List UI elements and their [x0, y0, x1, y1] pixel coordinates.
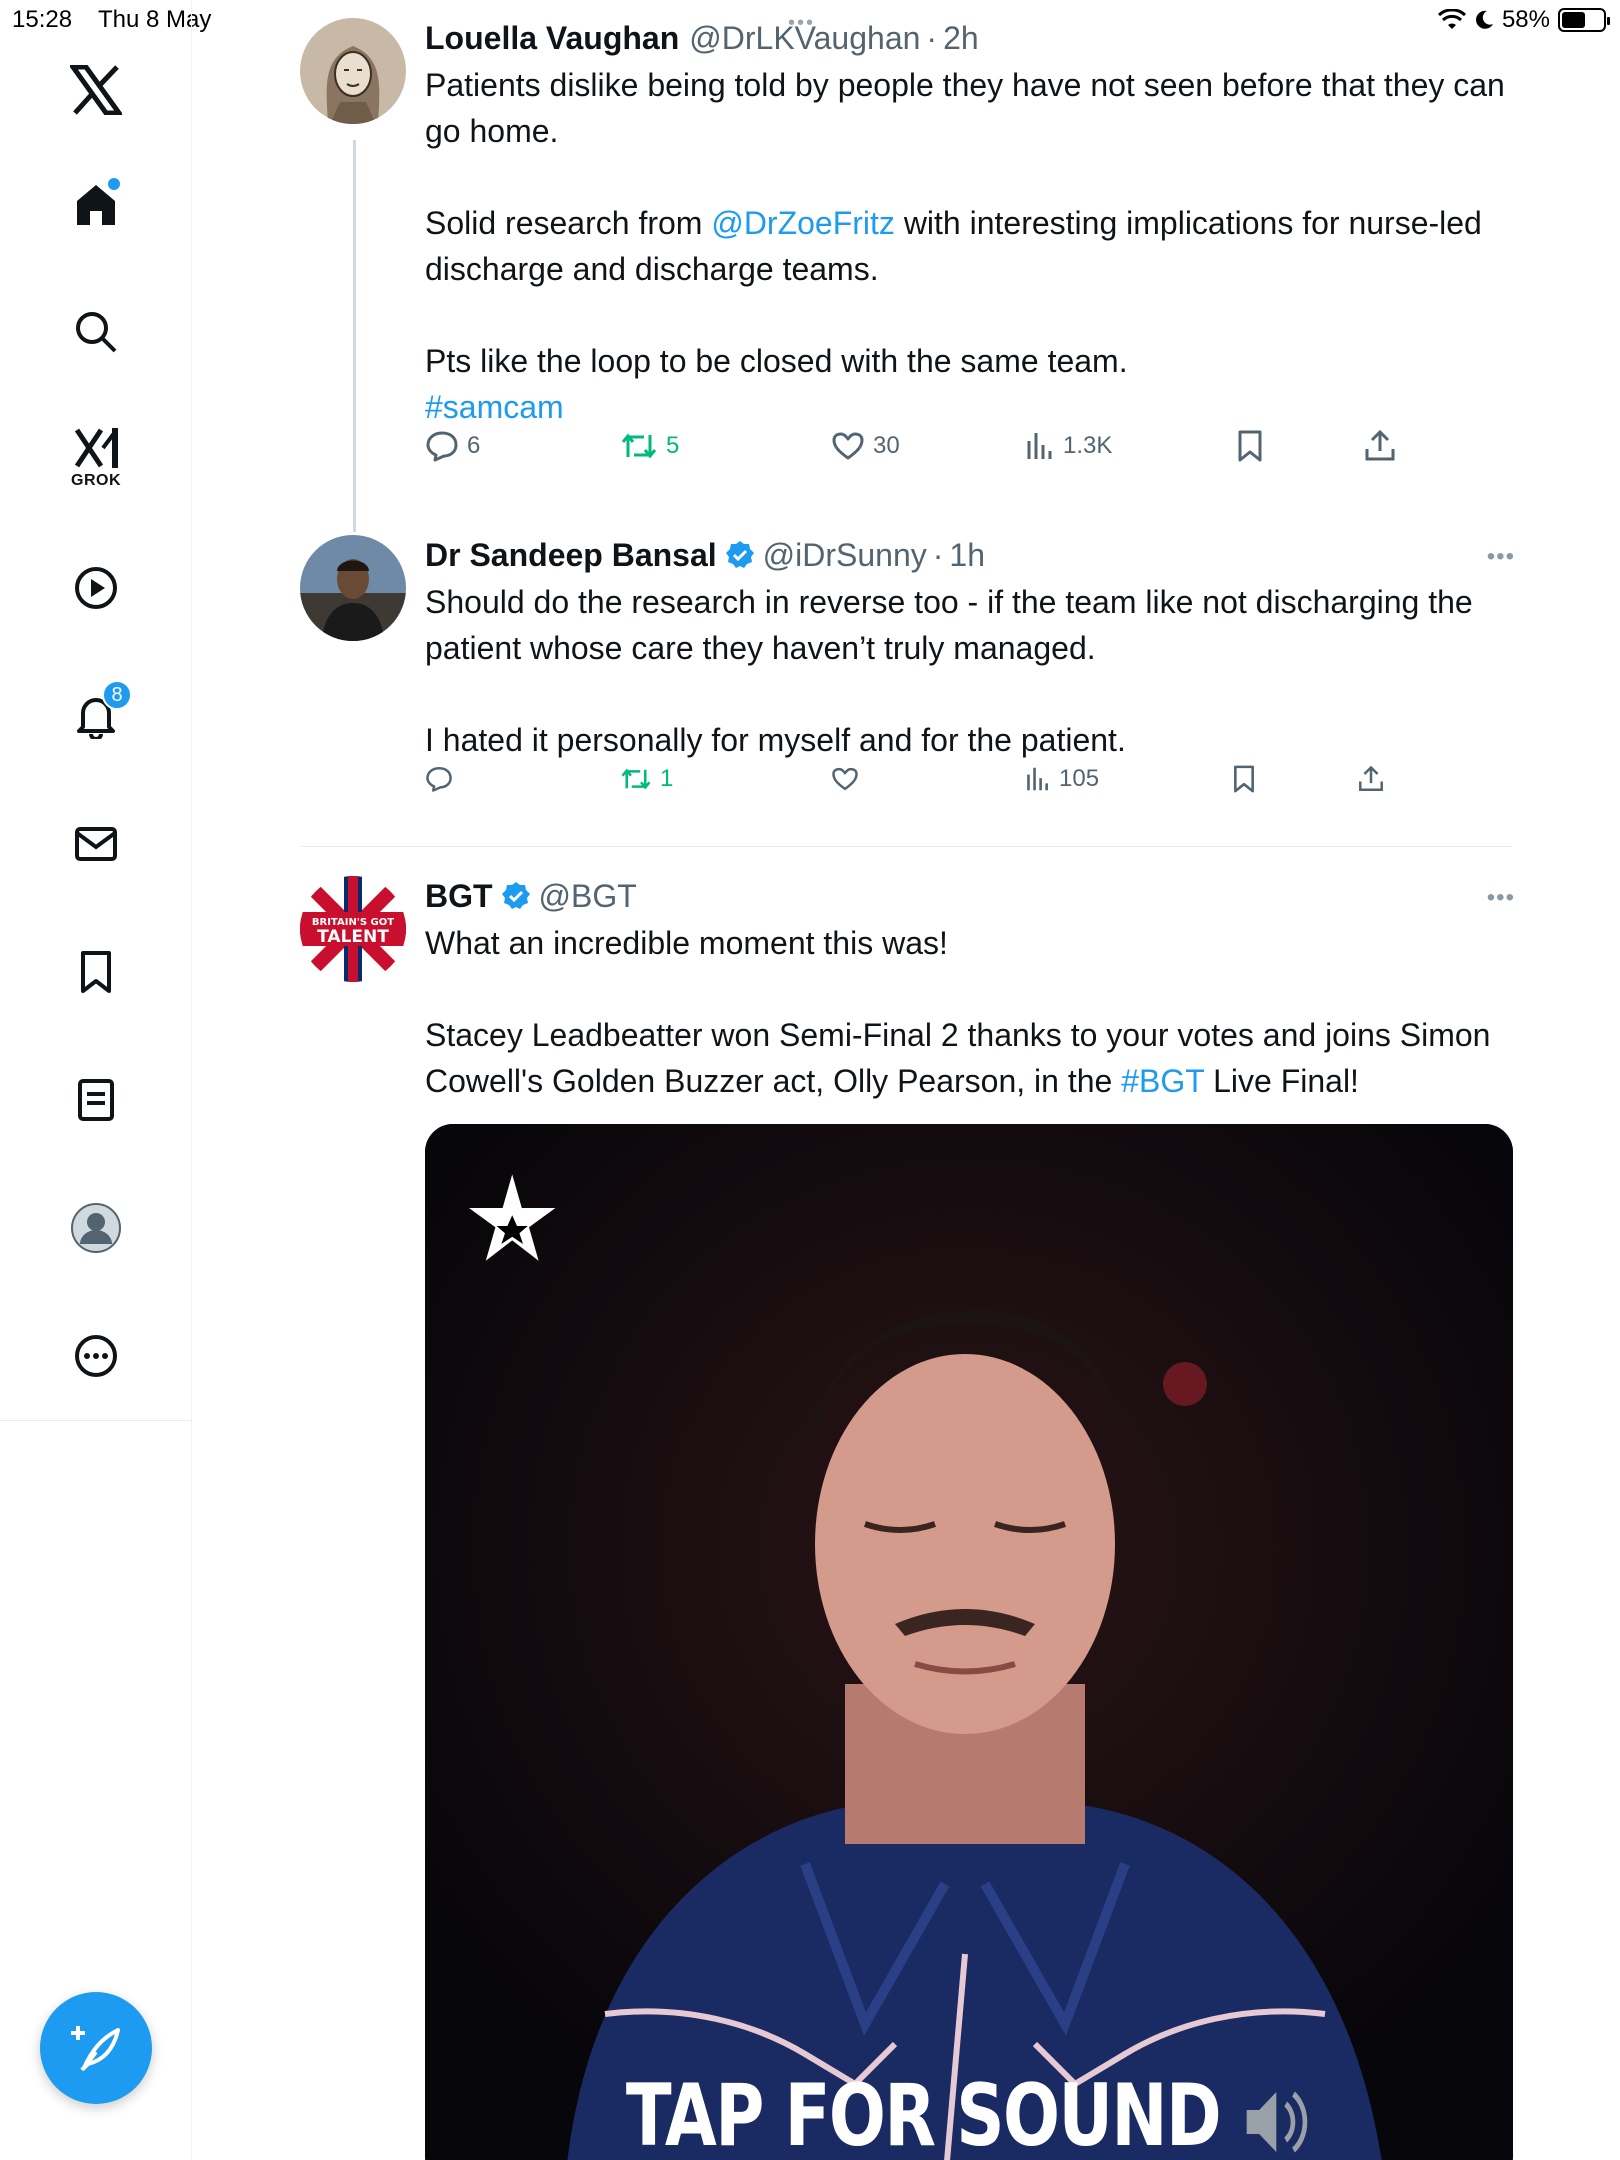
bookmark-icon [81, 951, 111, 993]
tweet-text: What an incredible moment this was! Stac… [425, 920, 1515, 1104]
thread-connector [353, 140, 356, 532]
list-icon [78, 1079, 114, 1121]
svg-text:TALENT: TALENT [317, 927, 389, 947]
verified-badge-icon [501, 882, 530, 909]
more-options-icon[interactable]: ••• [1487, 543, 1515, 571]
share-icon [1359, 765, 1383, 791]
reply-icon [426, 431, 458, 462]
hashtag-link[interactable]: #samcam [425, 389, 564, 425]
play-icon [75, 567, 117, 609]
hashtag-link[interactable]: #BGT [1121, 1063, 1204, 1099]
compose-post-button[interactable] [40, 1992, 152, 2104]
reply-button[interactable] [425, 765, 453, 793]
tweet-time[interactable]: 1h [949, 535, 985, 575]
sidebar: GROK 8 [0, 0, 192, 2160]
reply-button[interactable]: 6 [425, 430, 480, 462]
reply-icon [426, 767, 452, 792]
avatar[interactable] [300, 18, 406, 124]
share-button[interactable] [1363, 429, 1397, 463]
views-count: 105 [1059, 765, 1100, 792]
heart-icon [832, 767, 858, 791]
compose-feather-icon [71, 2026, 120, 2072]
avatar[interactable]: BRITAIN'S GOT TALENT [300, 876, 406, 982]
speaker-muted-icon [1246, 2091, 1308, 2153]
share-button[interactable] [1357, 765, 1385, 793]
more-options-icon[interactable]: ••• [1487, 884, 1515, 912]
tweet-paragraph: Patients dislike being told by people th… [425, 67, 1505, 149]
bookmark-icon [1234, 765, 1254, 793]
tweet-header: Dr Sandeep Bansal @iDrSunny · 1h [425, 535, 985, 575]
author-handle[interactable]: @iDrSunny [763, 535, 927, 575]
sidebar-item-lists[interactable] [56, 1060, 136, 1140]
more-icon [75, 1335, 117, 1377]
sidebar-item-home[interactable] [56, 164, 136, 244]
sidebar-item-messages[interactable] [56, 804, 136, 884]
tweet-paragraph: What an incredible moment this was! [425, 925, 948, 961]
tweet-paragraph: Pts like the loop to be closed with the … [425, 343, 1128, 379]
views-button[interactable]: 1.3K [1025, 431, 1112, 461]
retweet-icon [621, 433, 657, 459]
views-icon [1027, 433, 1052, 459]
sidebar-divider [0, 1420, 192, 1421]
tweet-header: BGT @BGT [425, 876, 1515, 916]
bookmark-button[interactable] [1231, 764, 1257, 794]
profile-icon [71, 1203, 121, 1253]
tweet-paragraph: Solid research from @DrZoeFritz with int… [425, 205, 1482, 287]
sidebar-item-profile[interactable] [56, 1188, 136, 1268]
tweet-paragraph: Should do the research in reverse too - … [425, 584, 1473, 666]
bookmark-button[interactable] [1235, 429, 1265, 463]
tweet-text: Patients dislike being told by people th… [425, 62, 1515, 430]
reply-count: 6 [467, 432, 481, 459]
retweet-count: 5 [666, 432, 680, 459]
retweet-count: 1 [660, 765, 674, 792]
retweet-icon [621, 768, 651, 790]
views-count: 1.3K [1063, 432, 1113, 459]
like-button[interactable] [831, 766, 859, 792]
grok-label: GROK [71, 472, 121, 489]
author-name[interactable]: Dr Sandeep Bansal [425, 535, 717, 575]
heart-icon [832, 432, 864, 460]
views-icon [1027, 767, 1048, 791]
author-name[interactable]: BGT [425, 876, 493, 916]
tweet-paragraph: I hated it personally for myself and for… [425, 722, 1126, 758]
tap-for-sound-label[interactable]: TAP FOR SOUND [545, 2066, 1394, 2160]
sidebar-item-notifications[interactable]: 8 [56, 676, 136, 756]
video-player[interactable]: TAP FOR SOUND [425, 1124, 1513, 2160]
grok-icon [74, 428, 118, 468]
x-logo-icon[interactable] [56, 50, 136, 130]
video-frame [425, 1124, 1513, 2160]
search-icon [76, 312, 117, 353]
views-button[interactable]: 105 [1025, 765, 1099, 793]
timeline: Louella Vaughan @DrLKVaughan · 2h Patien… [192, 0, 1620, 2160]
mail-icon [75, 827, 117, 861]
tweet-text: Should do the research in reverse too - … [425, 579, 1515, 763]
share-icon [1365, 429, 1395, 461]
tweet-divider [300, 846, 1512, 847]
sidebar-item-explore[interactable] [56, 292, 136, 372]
mention-link[interactable]: @DrZoeFritz [711, 205, 895, 241]
author-name[interactable]: Louella Vaughan [425, 18, 679, 58]
sidebar-item-more[interactable] [56, 1316, 136, 1396]
sidebar-item-videos[interactable] [56, 548, 136, 628]
notifications-badge: 8 [102, 680, 132, 710]
tweet-header: Louella Vaughan @DrLKVaughan · 2h [425, 18, 979, 58]
verified-badge-icon [725, 541, 754, 568]
author-handle[interactable]: @DrLKVaughan [689, 18, 920, 58]
like-count: 30 [873, 432, 900, 459]
unread-dot [108, 178, 120, 190]
bookmark-icon [1238, 430, 1262, 462]
retweet-button[interactable]: 1 [620, 765, 673, 793]
retweet-button[interactable]: 5 [620, 431, 679, 461]
sidebar-item-bookmarks[interactable] [56, 932, 136, 1012]
avatar[interactable] [300, 535, 406, 641]
tweet-time[interactable]: 2h [943, 18, 979, 58]
sidebar-item-grok[interactable]: GROK [56, 418, 136, 498]
like-button[interactable]: 30 [831, 431, 900, 461]
author-handle[interactable]: @BGT [539, 876, 637, 916]
tweet-paragraph: Stacey Leadbeatter won Semi-Final 2 than… [425, 1017, 1491, 1099]
